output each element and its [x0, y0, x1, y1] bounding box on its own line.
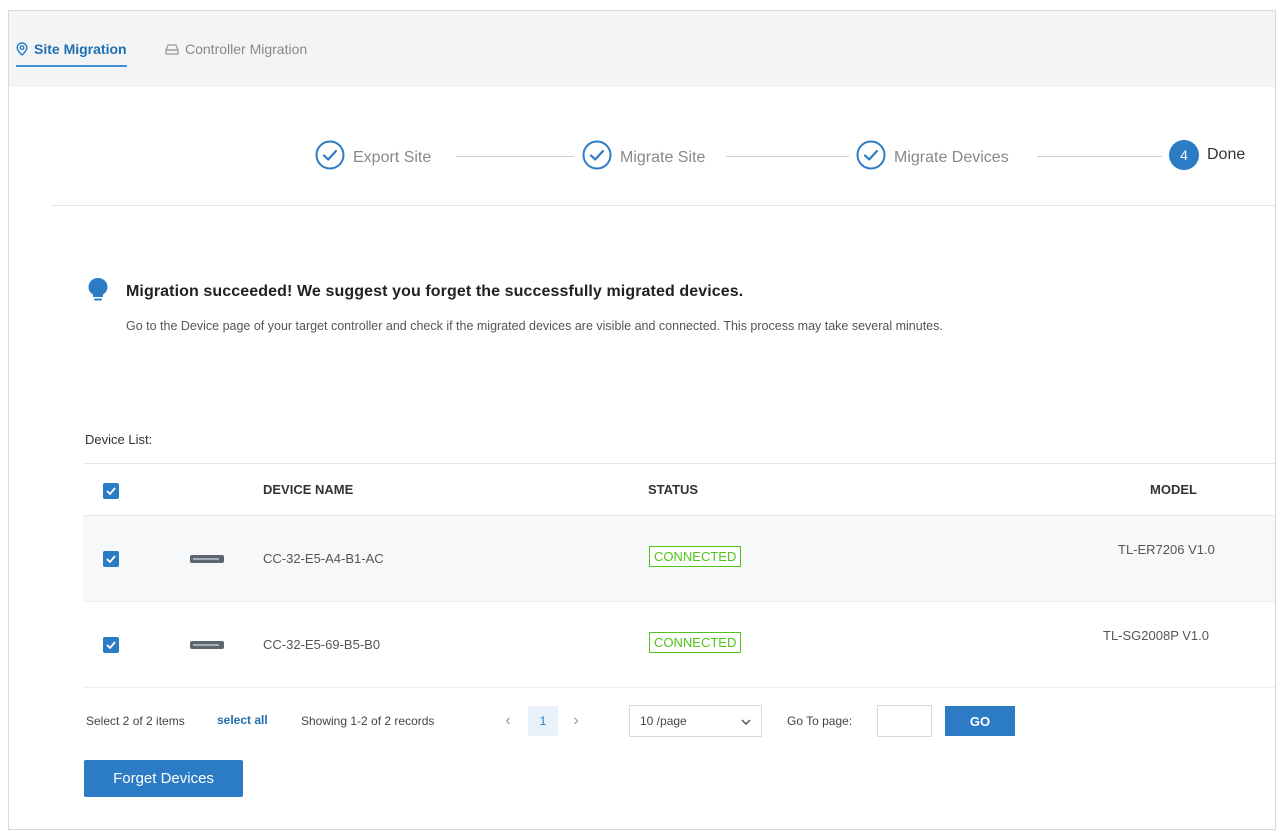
step-connector	[726, 156, 849, 157]
device-model: TL-ER7206 V1.0	[1118, 542, 1215, 557]
go-button[interactable]: GO	[945, 706, 1015, 736]
page-number-button[interactable]: 1	[528, 706, 558, 736]
status-badge: CONNECTED	[649, 546, 742, 567]
step-connector	[1037, 156, 1162, 157]
goto-page-label: Go To page:	[787, 714, 853, 728]
step-migrate-site: Migrate Site	[582, 140, 705, 175]
step-label: Done	[1207, 146, 1246, 163]
step-number-badge: 4	[1169, 140, 1199, 170]
step-label: Export Site	[353, 148, 432, 166]
column-device-name: DEVICE NAME	[263, 482, 354, 497]
records-summary: Showing 1-2 of 2 records	[301, 714, 435, 728]
selection-count: Select 2 of 2 items	[86, 714, 185, 728]
device-table: DEVICE NAME STATUS MODEL CC-32-E5-A4-B1-…	[83, 463, 1275, 688]
check-circle-icon	[856, 140, 886, 175]
tab-controller-migration-label: Controller Migration	[185, 41, 308, 57]
table-row: CC-32-E5-A4-B1-AC CONNECTED TL-ER7206 V1…	[83, 516, 1275, 602]
lightbulb-icon	[87, 277, 109, 308]
row-checkbox[interactable]	[103, 551, 119, 567]
column-status: STATUS	[648, 482, 699, 497]
router-icon	[190, 555, 224, 563]
step-migrate-devices: Migrate Devices	[856, 140, 1009, 175]
row-checkbox[interactable]	[103, 637, 119, 653]
step-export-site: Export Site	[315, 140, 431, 175]
table-row: CC-32-E5-69-B5-B0 CONNECTED TL-SG2008P V…	[83, 602, 1275, 688]
status-badge: CONNECTED	[649, 632, 742, 653]
chevron-right-icon[interactable]: ›	[562, 706, 590, 736]
controller-icon	[165, 43, 179, 55]
device-model: TL-SG2008P V1.0	[1103, 628, 1209, 643]
device-name: CC-32-E5-69-B5-B0	[263, 637, 381, 652]
step-done: 4 Done	[1169, 140, 1245, 170]
goto-page-input[interactable]	[877, 705, 932, 737]
tab-site-migration[interactable]: Site Migration	[16, 41, 127, 67]
step-label: Migrate Site	[620, 148, 706, 166]
migration-panel: Site Migration Controller Migration Expo…	[8, 10, 1276, 830]
device-name: CC-32-E5-A4-B1-AC	[263, 551, 384, 566]
migration-stepper: Export Site Migrate Site Migrate Devices…	[9, 87, 1275, 205]
device-list-label: Device List:	[85, 432, 153, 447]
select-all-checkbox[interactable]	[103, 483, 119, 499]
migration-tab-bar: Site Migration Controller Migration	[9, 11, 1275, 87]
chevron-down-icon	[741, 714, 751, 728]
select-all-link[interactable]: select all	[217, 713, 268, 727]
location-pin-icon	[16, 42, 28, 56]
step-connector	[456, 156, 574, 157]
table-header: DEVICE NAME STATUS MODEL	[83, 463, 1275, 516]
tab-controller-migration[interactable]: Controller Migration	[165, 41, 307, 57]
step-label: Migrate Devices	[894, 148, 1009, 166]
page-size-value: 10 /page	[640, 714, 687, 728]
switch-icon	[190, 641, 224, 649]
success-message-body: Go to the Device page of your target con…	[126, 319, 943, 333]
check-circle-icon	[582, 140, 612, 175]
check-circle-icon	[315, 140, 345, 175]
tab-site-migration-label: Site Migration	[34, 41, 127, 57]
section-divider	[51, 205, 1275, 206]
pagination-bar: Select 2 of 2 items select all Showing 1…	[86, 705, 1086, 739]
chevron-left-icon[interactable]: ‹	[494, 706, 522, 736]
success-message-title: Migration succeeded! We suggest you forg…	[126, 283, 744, 300]
column-model: MODEL	[1150, 482, 1197, 497]
forget-devices-button[interactable]: Forget Devices	[84, 760, 243, 797]
page-size-select[interactable]: 10 /page	[629, 705, 762, 737]
